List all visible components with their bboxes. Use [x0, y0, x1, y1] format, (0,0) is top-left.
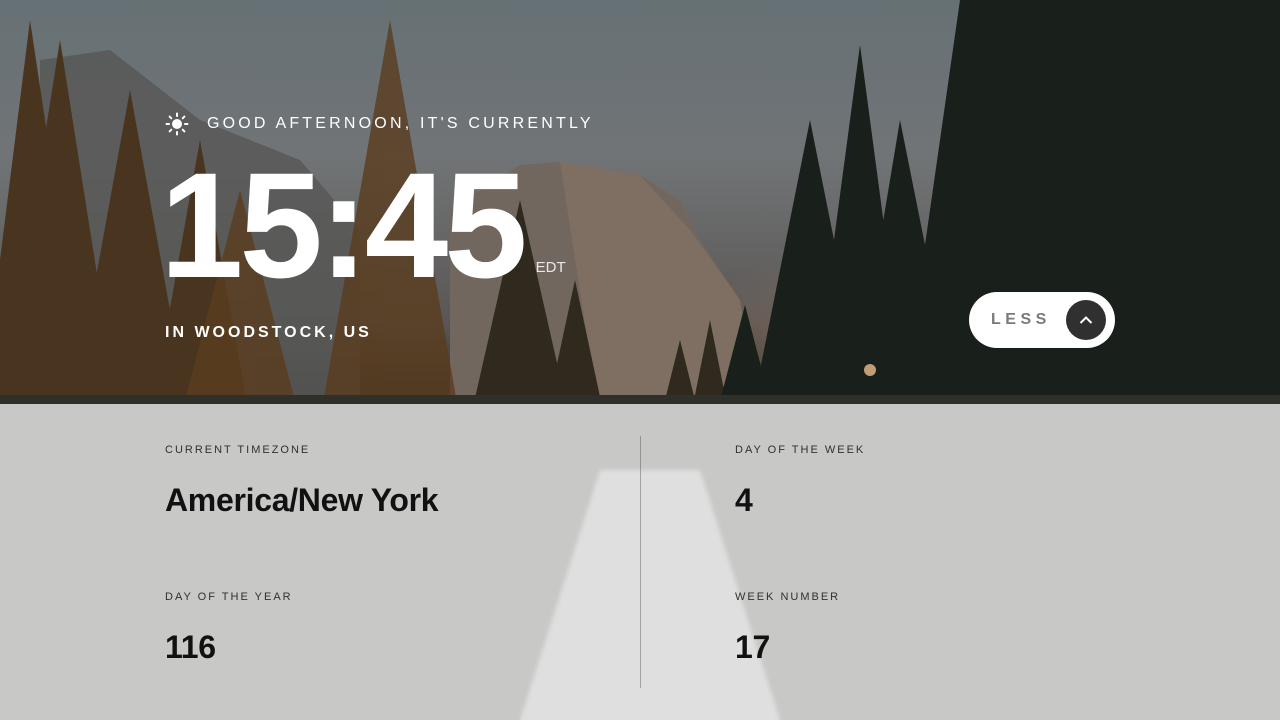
stat-label: DAY OF THE WEEK [735, 444, 866, 456]
sun-icon [165, 112, 189, 136]
greeting-text: GOOD AFTERNOON, IT'S CURRENTLY [207, 115, 594, 132]
location: IN WOODSTOCK, US [165, 324, 372, 341]
timezone-abbreviation: EDT [535, 259, 566, 276]
panel-divider [640, 436, 641, 688]
greeting: GOOD AFTERNOON, IT'S CURRENTLY [165, 112, 594, 136]
chevron-up-icon[interactable] [1066, 300, 1106, 340]
stat-value: 4 [735, 482, 753, 518]
stat-day-of-year: DAY OF THE YEAR 116 [165, 591, 293, 666]
current-time: 15:45 [160, 141, 528, 309]
stat-label: WEEK NUMBER [735, 591, 841, 603]
stat-day-of-week: DAY OF THE WEEK 4 [735, 444, 865, 519]
less-button-label: LESS [991, 311, 1051, 328]
stat-label: DAY OF THE YEAR [165, 591, 293, 603]
clock: 15:45 EDT [160, 150, 566, 300]
stat-week-number: WEEK NUMBER 17 [735, 591, 840, 666]
stat-value: 17 [735, 629, 770, 665]
stat-label: CURRENT TIMEZONE [165, 444, 311, 456]
stat-value: 116 [165, 629, 216, 665]
stat-value: America/New York [165, 482, 439, 518]
less-button[interactable]: LESS [969, 292, 1115, 348]
stat-current-timezone: CURRENT TIMEZONE America/New York [165, 444, 439, 519]
